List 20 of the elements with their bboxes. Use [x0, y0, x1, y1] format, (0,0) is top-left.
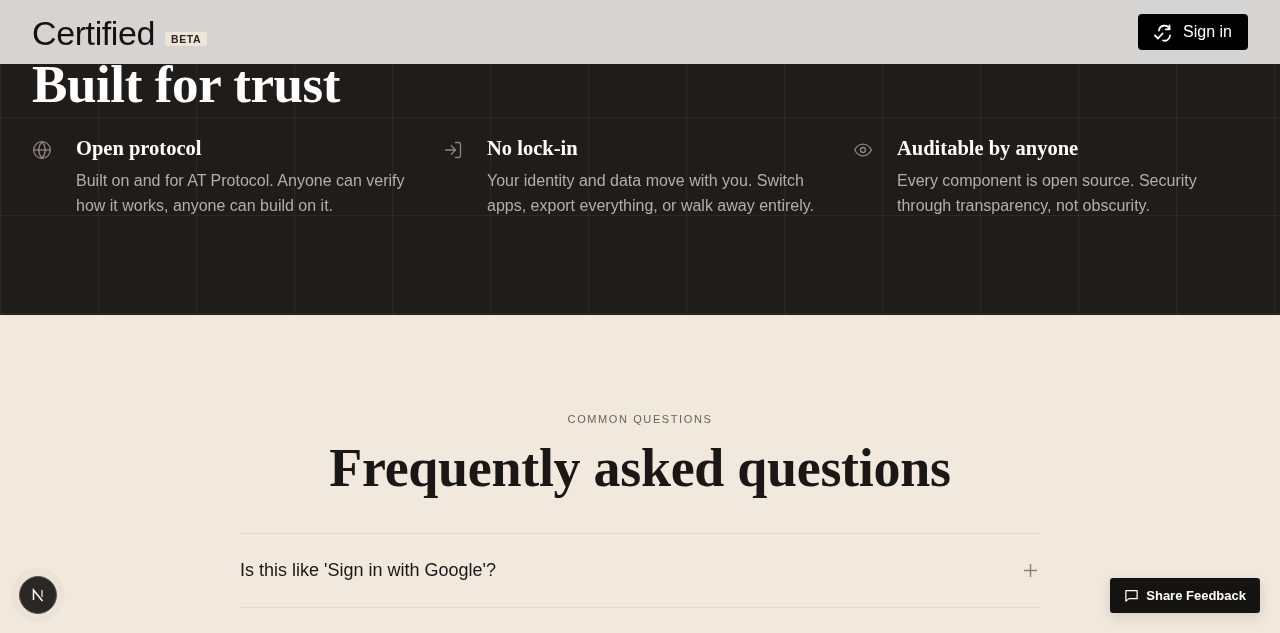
sync-check-icon [1153, 22, 1174, 42]
share-feedback-button[interactable]: Share Feedback [1110, 578, 1260, 613]
feature-description: Your identity and data move with you. Switch apps, export everything, or walk away entirely. [487, 171, 815, 216]
feature-title: Auditable by anyone [897, 136, 1079, 162]
globe-icon [32, 140, 52, 160]
n-logo-icon [31, 588, 45, 602]
feature-description: Every component is open source. Security through transparency, not obscurity. [897, 171, 1198, 216]
feature-title: Open protocol [76, 136, 202, 162]
faq-title: Frequently asked questions [329, 438, 951, 498]
log-in-icon [443, 140, 463, 160]
beta-badge: BETA [165, 32, 208, 46]
message-icon [1124, 588, 1140, 603]
faq-question[interactable]: Is this like 'Sign in with Google'? [240, 534, 1040, 608]
sign-in-button[interactable]: Sign in [1138, 14, 1248, 50]
dev-tools-button[interactable] [19, 576, 57, 614]
brand-logo[interactable]: Certified [32, 14, 155, 52]
feature-description: Built on and for AT Protocol. Anyone can verify how it works, anyone can build on it. [76, 171, 406, 216]
section-eyebrow: COMMON QUESTIONS [567, 412, 713, 427]
feature-title: No lock-in [487, 136, 578, 161]
section-title: Built for trust [32, 56, 341, 113]
